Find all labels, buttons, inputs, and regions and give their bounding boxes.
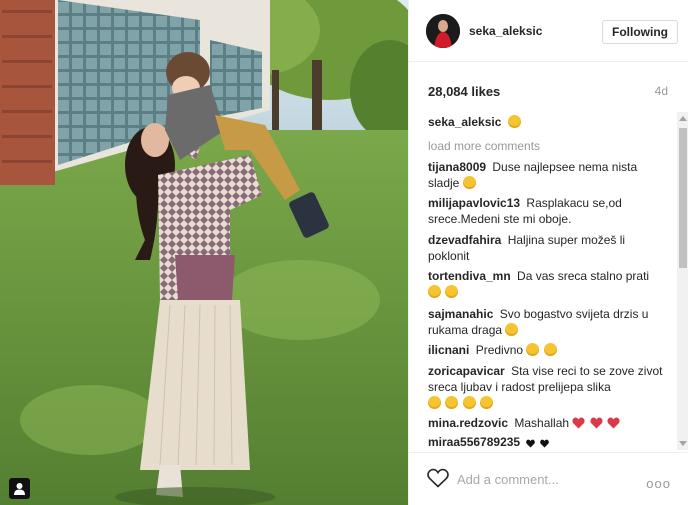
emoji-icon [428,396,441,409]
heart-emoji-icon [607,417,620,429]
comment-text: Da vas sreca stalno prati [517,269,650,283]
comment-username[interactable]: tortendiva_mn [428,269,511,283]
comment-username[interactable]: dzevadfahira [428,233,501,247]
following-button[interactable]: Following [602,20,678,44]
post-age[interactable]: 4d [655,84,668,98]
comment-item: zoricapavicar Sta vise reci to se zove z… [428,363,668,411]
scroll-down-arrow-icon[interactable] [679,441,687,446]
emoji-icon [507,115,521,128]
comment-username[interactable]: milijapavlovic13 [428,196,520,210]
comment-item: tijana8009 Duse najlepsee nema nista sla… [428,159,668,191]
heart-emoji-icon [572,417,585,429]
comment-item: dzevadfahira Haljina super možeš li pokl… [428,232,668,264]
likes-count[interactable]: 28,084 likes [428,84,500,99]
comment-item: milijapavlovic13 Rasplakacu se,od srece.… [428,195,668,227]
avatar[interactable] [426,14,460,48]
load-more-row[interactable]: load more comments [428,138,668,154]
comment-username[interactable]: zoricapavicar [428,364,505,378]
comment-item: miraa556789235 [428,434,668,450]
post-photo[interactable] [0,0,408,505]
heart-emoji-icon [590,417,603,429]
caption-username[interactable]: seka_aleksic [428,115,501,129]
emoji-icon [480,396,494,409]
comment-username[interactable]: tijana8009 [428,160,486,174]
emoji-icon [505,323,519,336]
emoji-icon [445,285,459,298]
post-author-username[interactable]: seka_aleksic [469,24,542,38]
comment-item: ilicnani Predivno [428,342,668,358]
emoji-icon [543,343,557,356]
comment-item: sajmanahic Svo bogastvo svijeta drzis u … [428,306,668,338]
comment-username[interactable]: mina.redzovic [428,416,508,430]
comments-list: seka_aleksic load more comments tijana80… [409,112,677,450]
emoji-icon [445,396,459,409]
post-details-panel: seka_aleksic Following 28,084 likes 4d s… [408,0,688,505]
comment-text: Predivno [475,343,524,357]
comment-username[interactable]: sajmanahic [428,307,493,321]
comment-text: Mashallah [514,416,570,430]
black-heart-emoji-icon [526,439,536,448]
photo-illustration [0,0,408,505]
post-header: seka_aleksic Following [409,0,688,62]
more-options-icon[interactable]: ooo [646,476,671,491]
comment-item: tortendiva_mn Da vas sreca stalno prati [428,268,668,300]
emoji-icon [526,343,540,356]
heart-icon[interactable] [427,468,449,488]
caption: seka_aleksic [428,114,668,130]
emoji-icon [462,176,476,189]
add-comment-input[interactable]: Add a comment... [457,472,559,487]
emoji-icon [428,285,441,298]
user-tag-icon[interactable] [9,478,30,499]
scrollbar-thumb[interactable] [679,128,687,268]
emoji-icon [462,396,476,409]
scroll-up-arrow-icon[interactable] [679,116,687,121]
comment-composer: Add a comment... ooo [409,452,688,505]
load-more-comments-link[interactable]: load more comments [428,139,540,153]
comment-username[interactable]: ilicnani [428,343,469,357]
comments-scrollbar[interactable] [677,112,688,450]
comment-item: mina.redzovic Mashallah [428,415,668,431]
comment-username[interactable]: miraa556789235 [428,435,520,449]
black-heart-emoji-icon [539,439,549,448]
instagram-post-modal: seka_aleksic Following 28,084 likes 4d s… [0,0,688,505]
